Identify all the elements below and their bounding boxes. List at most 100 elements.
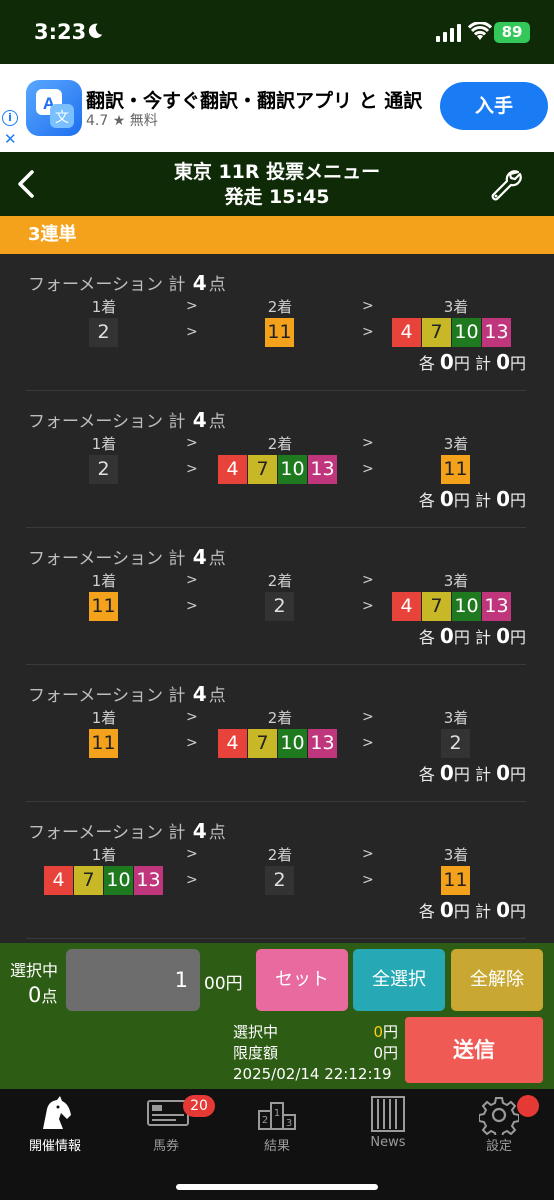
- tab-results[interactable]: 12 3 結果: [222, 1089, 332, 1169]
- ad-rating: 4.7 ★ 無料: [86, 113, 158, 129]
- arrow-label: >: [362, 461, 374, 477]
- formation-entry[interactable]: フォーメーション 計 4 点 1着 2着 3着 > > > >2 11 4 7 10 13 各 0円 計 0…: [26, 254, 526, 391]
- formation-count: 4: [192, 545, 207, 569]
- position-label: 3着: [443, 846, 469, 864]
- position-label: 3着: [443, 709, 469, 727]
- horse-number[interactable]: 4: [392, 592, 421, 621]
- selected-count-unit: 点: [41, 987, 58, 1006]
- horse-number[interactable]: 13: [308, 729, 337, 758]
- formation-entry[interactable]: フォーメーション 計 4 点 1着 2着 3着 > > > >11 4 7 10 13 2 各 0円 計 0…: [26, 665, 526, 802]
- yen-label: 円: [509, 765, 526, 784]
- horse-number[interactable]: 10: [452, 318, 481, 347]
- home-indicator: [176, 1184, 378, 1190]
- arrow-label: >: [362, 709, 374, 725]
- horse-number[interactable]: 11: [265, 318, 294, 347]
- horse-number[interactable]: 4: [44, 866, 73, 895]
- arrow-label: >: [362, 298, 374, 314]
- horse-number[interactable]: 13: [482, 592, 511, 621]
- position-label: 1着: [91, 298, 117, 316]
- each-label: 各: [418, 354, 435, 373]
- ad-get-button[interactable]: 入手: [440, 82, 548, 130]
- horse-number[interactable]: 7: [248, 729, 277, 758]
- ad-close-icon[interactable]: ✕: [4, 130, 17, 148]
- position-label: 2着: [267, 709, 293, 727]
- tab-settings[interactable]: 設定: [444, 1089, 554, 1169]
- tab-race-info[interactable]: 開催情報: [0, 1089, 110, 1169]
- horse-number[interactable]: 4: [392, 318, 421, 347]
- each-label: 各: [418, 765, 435, 784]
- second-place-horses: 11: [265, 318, 295, 347]
- horse-number[interactable]: 13: [482, 318, 511, 347]
- wifi-icon: [468, 22, 492, 40]
- horse-number[interactable]: 11: [441, 455, 470, 484]
- formation-prefix: フォーメーション 計: [28, 549, 186, 569]
- formation-prefix: フォーメーション 計: [28, 412, 186, 432]
- formation-suffix: 点: [208, 275, 226, 295]
- set-button[interactable]: セット: [256, 949, 348, 1011]
- horse-number[interactable]: 10: [278, 455, 307, 484]
- total-amount: 0: [496, 350, 510, 374]
- first-place-horses: 4 7 10 13: [44, 866, 164, 895]
- clear-all-button[interactable]: 全解除: [451, 949, 543, 1011]
- position-label: 3着: [443, 572, 469, 590]
- horse-number[interactable]: 7: [422, 592, 451, 621]
- ad-banner[interactable]: i ✕ A文 翻訳・今すぐ翻訳・翻訳アプリ と 通訳 4.7 ★ 無料 入手: [0, 64, 554, 152]
- send-button[interactable]: 送信: [405, 1017, 543, 1083]
- horse-number[interactable]: 10: [452, 592, 481, 621]
- horse-number[interactable]: 13: [134, 866, 163, 895]
- bet-type-bar: 3連単: [0, 216, 554, 254]
- horse-number[interactable]: 7: [74, 866, 103, 895]
- formation-entry[interactable]: フォーメーション 計 4 点 1着 2着 3着 > > > >4 7 10 13 2 11 各 0円 計 0…: [26, 802, 526, 939]
- arrow-label: >: [186, 735, 198, 751]
- formation-amount: 各 0円 計 0円: [419, 624, 526, 648]
- horse-number[interactable]: 4: [218, 729, 247, 758]
- formation-list: フォーメーション 計 4 点 1着 2着 3着 > > > >2 11 4 7 10 13 各 0円 計 0…: [0, 254, 554, 939]
- horse-number[interactable]: 2: [441, 729, 470, 758]
- horse-number[interactable]: 2: [265, 866, 294, 895]
- wrench-icon[interactable]: [488, 166, 524, 202]
- horse-number[interactable]: 7: [248, 455, 277, 484]
- moon-icon: [88, 23, 103, 39]
- horse-number[interactable]: 11: [441, 866, 470, 895]
- horse-number[interactable]: 4: [218, 455, 247, 484]
- horse-number[interactable]: 11: [89, 592, 118, 621]
- horse-number[interactable]: 2: [89, 318, 118, 347]
- third-place-horses: 11: [441, 866, 471, 895]
- limit-amount-value: 0: [373, 1044, 383, 1062]
- race-title: 東京 11R 投票メニュー: [173, 161, 381, 183]
- translate-app-icon[interactable]: A文: [26, 80, 82, 136]
- horse-number[interactable]: 2: [89, 455, 118, 484]
- status-bar: 3:23 89: [0, 0, 554, 64]
- position-label: 1着: [91, 435, 117, 453]
- ad-info-icon[interactable]: i: [2, 110, 18, 126]
- horse-number[interactable]: 2: [265, 592, 294, 621]
- horse-number[interactable]: 7: [422, 318, 451, 347]
- arrow-label: >: [186, 435, 198, 451]
- total-amount: 0: [496, 898, 510, 922]
- arrow-label: >: [362, 435, 374, 451]
- formation-entry[interactable]: フォーメーション 計 4 点 1着 2着 3着 > > > >11 2 4 7 10 13 各 0円 計 0…: [26, 528, 526, 665]
- position-label: 1着: [91, 572, 117, 590]
- horse-number[interactable]: 10: [278, 729, 307, 758]
- position-label: 3着: [443, 298, 469, 316]
- tab-news[interactable]: News: [333, 1089, 443, 1169]
- settings-notification-dot: [517, 1095, 539, 1117]
- position-label: 1着: [91, 846, 117, 864]
- formation-entry[interactable]: フォーメーション 計 4 点 1着 2着 3着 > > > >2 4 7 10 13 11 各 0円 計 0…: [26, 391, 526, 528]
- yen-unit: 円: [382, 1044, 398, 1062]
- select-all-button[interactable]: 全選択: [353, 949, 445, 1011]
- horse-number[interactable]: 10: [104, 866, 133, 895]
- amount-input[interactable]: 1: [66, 949, 200, 1011]
- yen-label: 円: [509, 628, 526, 647]
- horse-head-icon: [43, 1096, 71, 1129]
- second-place-horses: 2: [265, 866, 295, 895]
- position-label: 2着: [267, 435, 293, 453]
- each-label: 各: [418, 628, 435, 647]
- tab-tickets[interactable]: 20 馬券: [111, 1089, 221, 1169]
- third-place-horses: 2: [441, 729, 471, 758]
- horse-number[interactable]: 11: [89, 729, 118, 758]
- selected-count-value: 0: [28, 983, 42, 1007]
- horse-number[interactable]: 13: [308, 455, 337, 484]
- formation-amount: 各 0円 計 0円: [419, 761, 526, 785]
- formation-suffix: 点: [208, 412, 226, 432]
